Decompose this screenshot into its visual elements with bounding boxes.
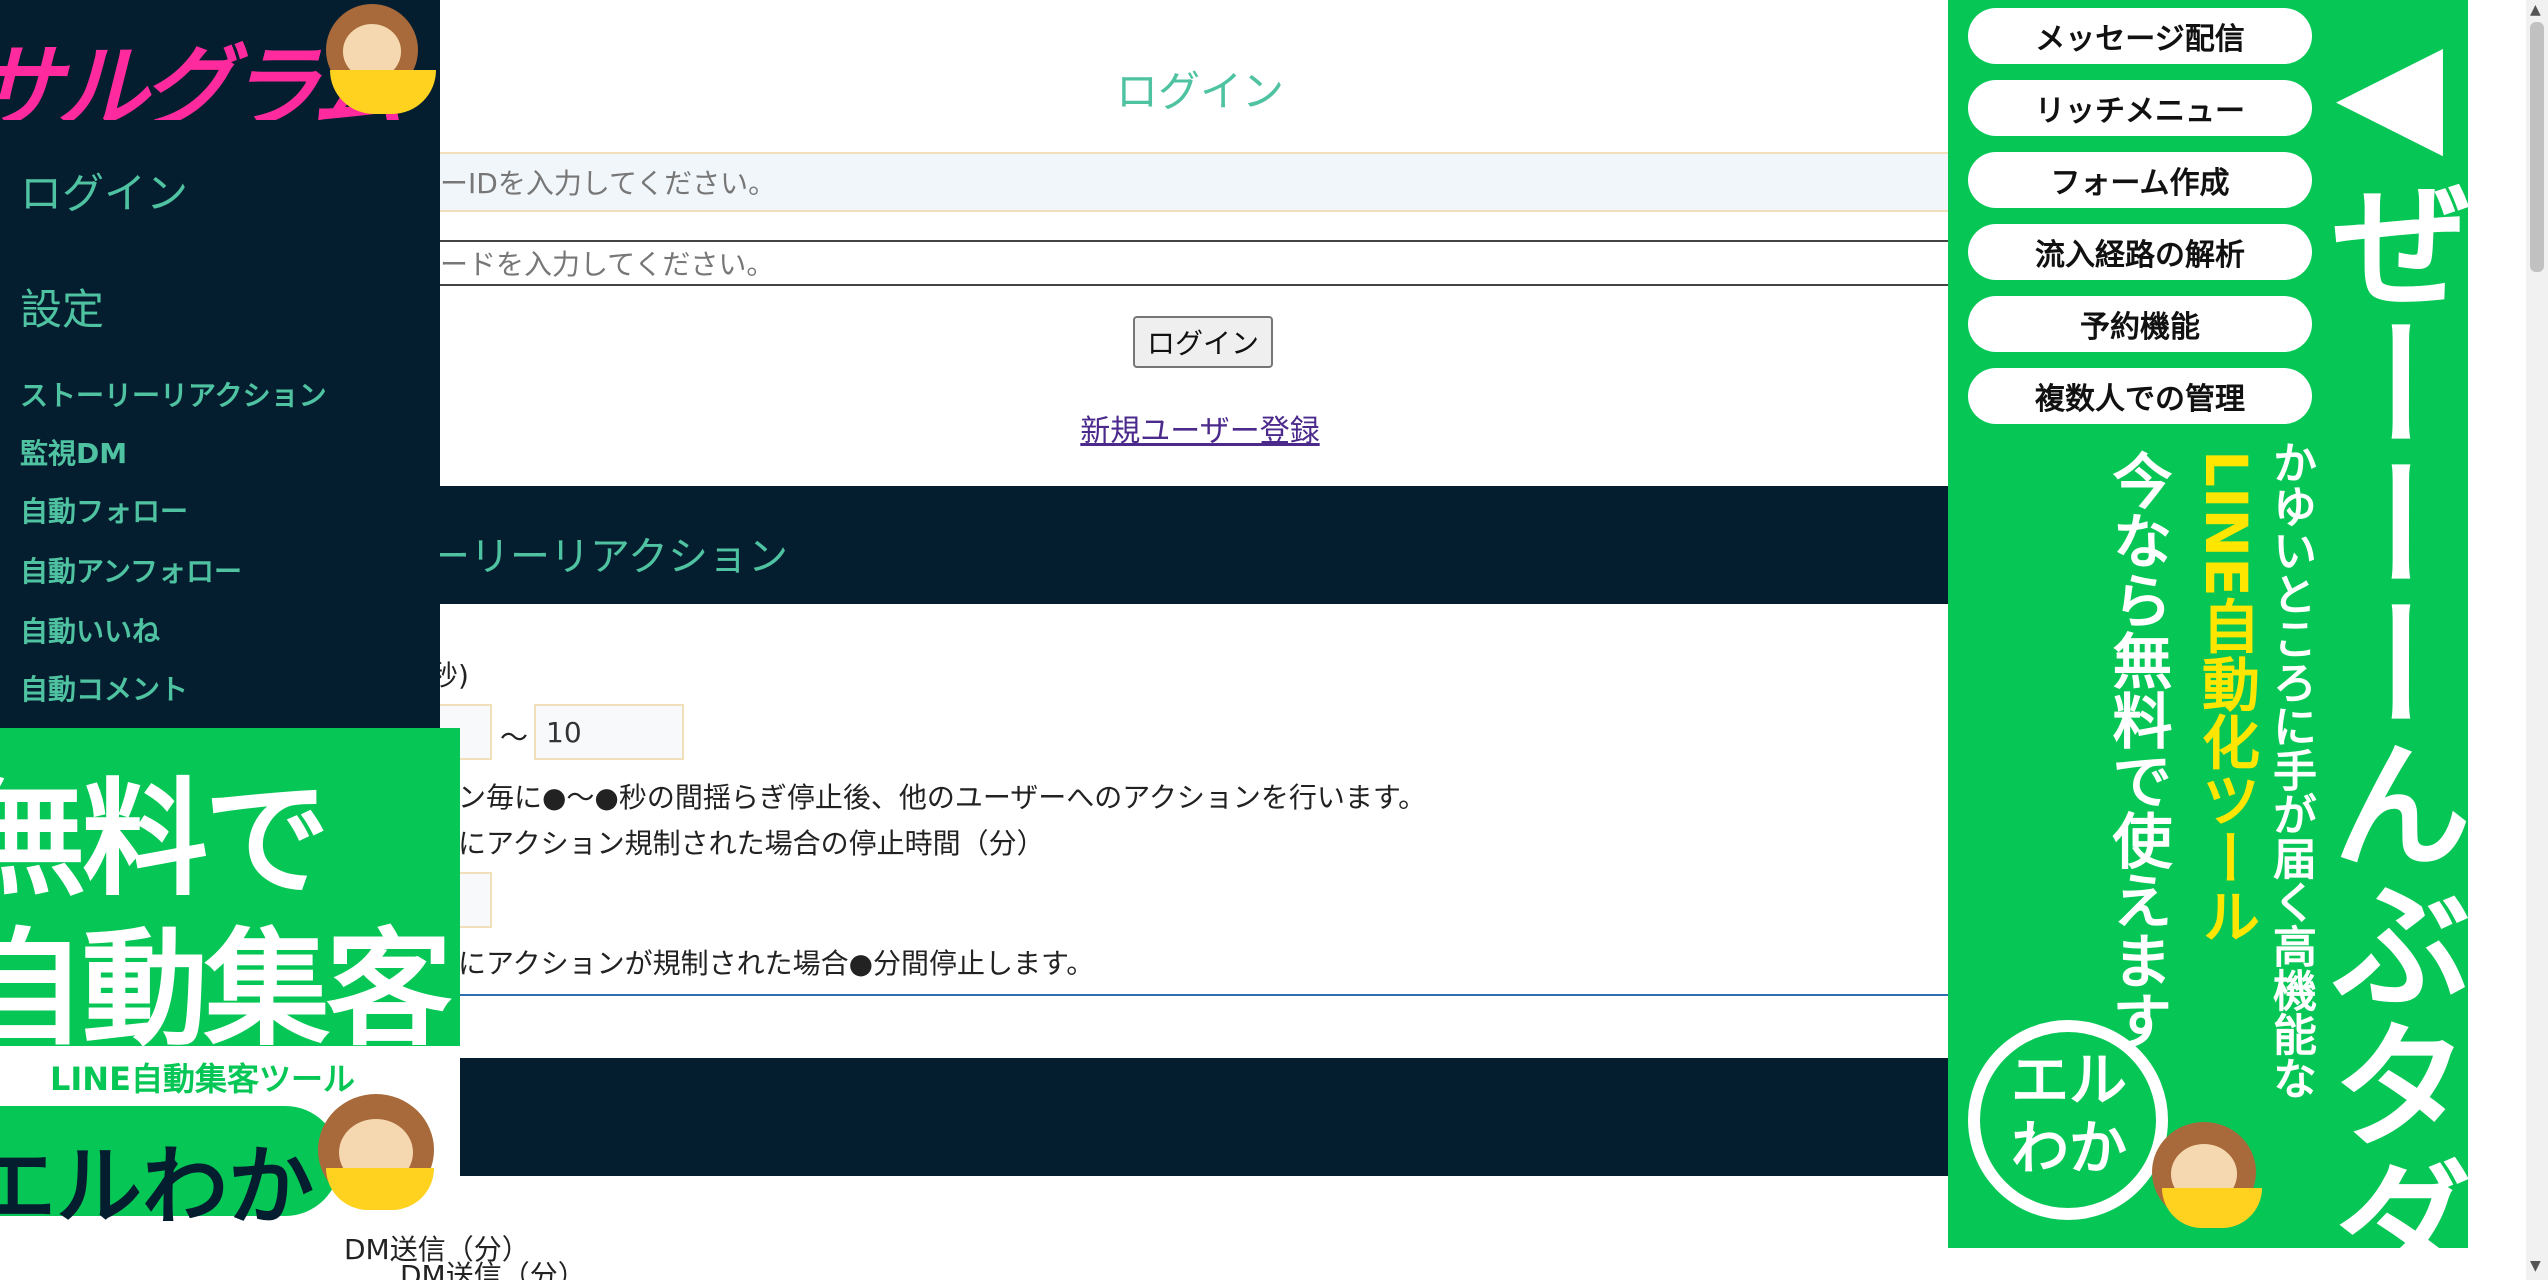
dm-label-2: DM送信（分） <box>400 1259 586 1280</box>
left-ad-banner[interactable]: 無料で 自動集客 LINE自動集客ツール エルわか <box>0 728 460 1237</box>
register-link[interactable]: 新規ユーザー登録 <box>1000 406 1400 450</box>
ad-right-headline: ◀ぜーーーんぶタダ <box>2308 10 2468 1248</box>
ad-left-brand: エルわか <box>0 1137 314 1237</box>
sidebar-item-settings[interactable]: 設定 <box>20 276 104 337</box>
ad-chip-analytics: 流入経路の解析 <box>1968 224 2312 280</box>
ad-left-subtitle: LINE自動集客ツール <box>50 1060 355 1098</box>
ad-right-badge: エルわか <box>2010 1046 2127 1182</box>
banana-icon <box>2162 1188 2262 1228</box>
ad-chip-form: フォーム作成 <box>1968 152 2312 208</box>
stop-time-description: 側にアクションが規制された場合●分間停止します。 <box>430 947 1095 980</box>
sidebar-item-auto-follow[interactable]: 自動フォロー <box>20 490 188 530</box>
section-header-band-2 <box>430 1058 2030 1176</box>
scroll-down-arrow-icon[interactable]: ▼ <box>2530 1258 2541 1274</box>
right-ad-banner[interactable]: メッセージ配信 リッチメニュー フォーム作成 流入経路の解析 予約機能 複数人で… <box>1948 0 2468 1248</box>
sidebar-item-auto-unfollow[interactable]: 自動アンフォロー <box>20 550 242 590</box>
scroll-up-arrow-icon[interactable]: ▲ <box>2530 2 2541 18</box>
app-logo[interactable]: サルグラム <box>0 0 440 120</box>
scrollbar-thumb[interactable] <box>2530 22 2544 272</box>
interval-description: ョン毎に●～●秒の間揺らぎ停止後、他のユーザーへのアクションを行います。 <box>430 781 1427 814</box>
ad-chip-message: メッセージ配信 <box>1968 8 2312 64</box>
stop-time-label: 側にアクション規制された場合の停止時間（分） <box>430 827 1045 860</box>
section-title: ーリーリアクション <box>430 534 788 580</box>
sidebar-item-login[interactable]: ログイン <box>20 160 188 221</box>
ad-left-line2: 自動集客 <box>0 916 452 1063</box>
ad-chip-reservation: 予約機能 <box>1968 296 2312 352</box>
sidebar-item-auto-comment[interactable]: 自動コメント <box>20 668 188 708</box>
sidebar-item-auto-like[interactable]: 自動いいね <box>20 610 160 650</box>
tilde-separator: ～ <box>500 721 529 754</box>
sidebar: サルグラム ログイン 設定 ストーリーリアクション 監視DM 自動フォロー 自動… <box>0 0 440 728</box>
user-id-input[interactable]: ーIDを入力してください。 <box>430 152 2030 212</box>
ad-chip-multi-user: 複数人での管理 <box>1968 368 2312 424</box>
interval-to-input[interactable]: 10 <box>534 704 684 760</box>
password-input[interactable]: ードを入力してください。 <box>430 240 2030 286</box>
sidebar-item-monitor-dm[interactable]: 監視DM <box>20 432 127 472</box>
ad-chip-rich-menu: リッチメニュー <box>1968 80 2312 136</box>
ad-right-col2: LINE自動化ツール <box>2192 450 2260 945</box>
login-title: ログイン <box>1115 67 1284 116</box>
sidebar-item-story-reaction[interactable]: ストーリーリアクション <box>20 374 327 414</box>
section-divider <box>430 994 2030 996</box>
ad-right-col3: 今なら無料で使えます <box>2102 450 2172 1050</box>
login-button[interactable]: ログイン <box>1133 316 1273 368</box>
